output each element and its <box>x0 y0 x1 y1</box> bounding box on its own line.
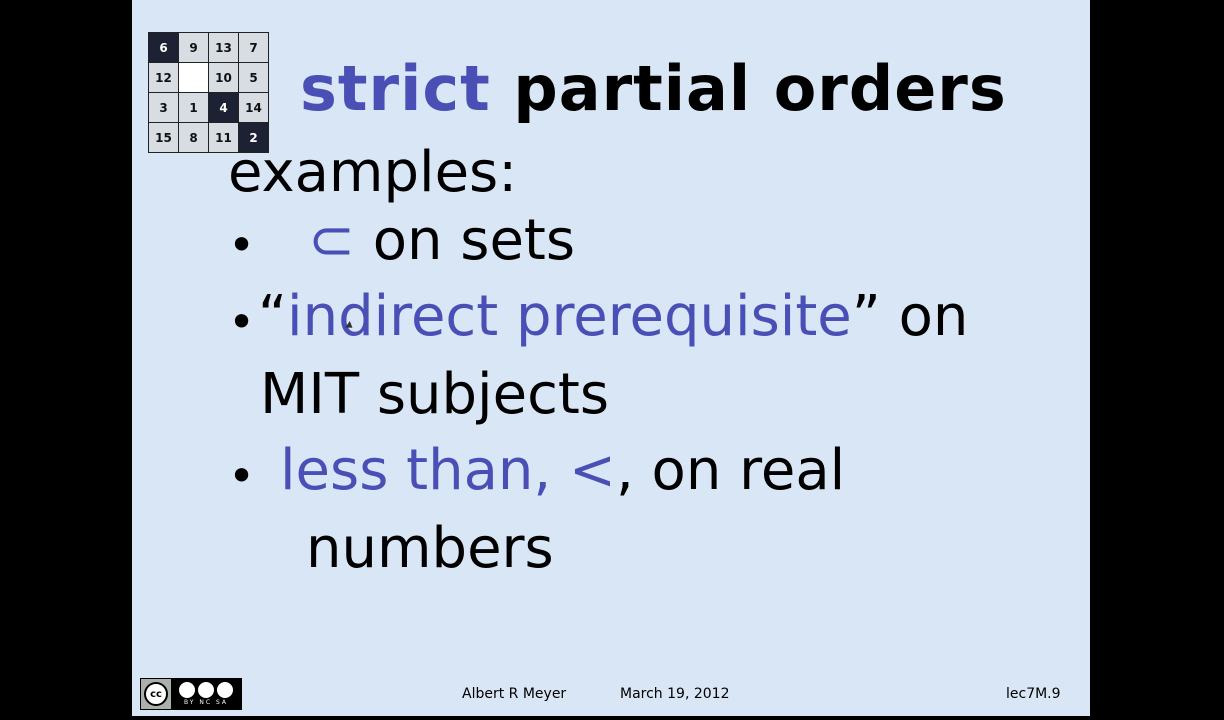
puzzle-tile: 4 <box>209 93 238 122</box>
slide-title: strict partial orders <box>300 52 1007 125</box>
puzzle-tile: 13 <box>209 33 238 62</box>
less-than-text: less than, <box>280 438 570 503</box>
cc-logo-icon: cc <box>141 679 171 709</box>
bullet-marker: • <box>228 449 256 503</box>
bullet-marker: • <box>228 295 256 349</box>
footer-author: Albert R Meyer <box>462 686 567 702</box>
puzzle-empty-tile <box>179 63 208 92</box>
on-sets-text: on sets <box>354 208 576 273</box>
indirect-prerequisite-text: indirect prerequisite <box>287 284 852 349</box>
puzzle-tile: 12 <box>149 63 178 92</box>
bullet-indirect-prerequisite: “indirect prerequisite” on <box>258 284 968 349</box>
title-strict: strict <box>300 52 491 125</box>
footer-slide-id: lec7M.9 <box>1006 686 1061 702</box>
mit-subjects-text: MIT subjects <box>260 362 609 427</box>
puzzle-tile: 15 <box>149 123 178 152</box>
close-quote-on: ” on <box>851 284 969 349</box>
puzzle-tile: 8 <box>179 123 208 152</box>
cc-badge-text: BY NC SA <box>184 699 228 706</box>
numbers-text: numbers <box>306 516 554 581</box>
less-than-symbol: < <box>569 438 616 503</box>
bullet-subset-on-sets: ⊂ on sets <box>308 208 575 273</box>
on-real-text: , on real <box>615 438 846 503</box>
puzzle-tile: 7 <box>239 33 268 62</box>
creative-commons-badge: cc BY NC SA <box>140 678 242 710</box>
by-attribution-icon <box>179 682 195 698</box>
fifteen-puzzle-logo: 6 9 13 7 12 10 5 3 1 4 14 15 8 11 2 <box>148 32 269 153</box>
puzzle-tile: 10 <box>209 63 238 92</box>
puzzle-tile: 14 <box>239 93 268 122</box>
share-alike-icon <box>217 682 233 698</box>
puzzle-tile: 3 <box>149 93 178 122</box>
open-quote: “ <box>258 284 288 349</box>
title-partial-orders: partial orders <box>490 52 1007 125</box>
footer-date: March 19, 2012 <box>620 686 730 702</box>
puzzle-tile: 5 <box>239 63 268 92</box>
puzzle-tile: 1 <box>179 93 208 122</box>
puzzle-tile: 6 <box>149 33 178 62</box>
subset-symbol: ⊂ <box>308 208 355 273</box>
noncommercial-icon <box>198 682 214 698</box>
puzzle-tile: 9 <box>179 33 208 62</box>
bullet-marker: • <box>228 218 256 272</box>
bullet-less-than: less than, <, on real <box>280 438 845 503</box>
slide: 6 9 13 7 12 10 5 3 1 4 14 15 8 11 2 strict partial ord… <box>132 0 1090 716</box>
examples-heading: examples: <box>228 140 518 205</box>
